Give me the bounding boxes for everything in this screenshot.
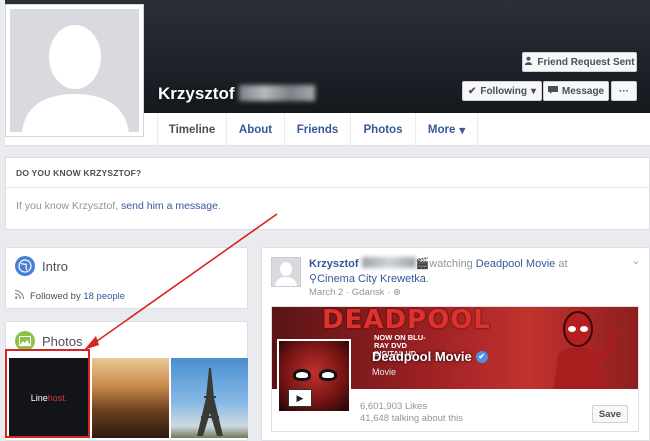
save-button[interactable]: Save [592, 405, 628, 423]
avatar-placeholder-icon [10, 9, 139, 132]
intro-card: Intro Followed by 18 people [5, 247, 248, 309]
tab-timeline[interactable]: Timeline [157, 113, 227, 146]
check-icon: ✔ [467, 85, 477, 97]
movie-page-card[interactable]: DEADPOOL NOW ON BLU-RAY DVD DIGITAL HD ▶… [271, 306, 639, 432]
post-meta: March 2 · Gdansk · ⊕ [309, 287, 401, 298]
location-pin-icon: ⚲ [309, 273, 318, 285]
tab-label: More [427, 123, 456, 136]
message-icon [547, 85, 558, 97]
rss-icon [14, 289, 25, 302]
message-label: Message [561, 85, 605, 97]
tab-photos[interactable]: Photos [351, 113, 416, 146]
photo-thumbnail-eiffel-tower[interactable] [171, 358, 248, 438]
eiffel-tower-icon [197, 368, 223, 436]
blurred-surname [361, 257, 416, 268]
movie-profile-picture: ▶ [277, 339, 351, 413]
following-label: Following [480, 85, 527, 97]
tab-about[interactable]: About [227, 113, 285, 146]
highlight-box [5, 349, 90, 438]
movie-stats: 6,601,903 Likes 41,648 talking about thi… [360, 401, 463, 425]
know-text-prefix: If you know Krzysztof, [16, 200, 122, 212]
post-at: at [558, 258, 568, 270]
tab-label: Photos [363, 123, 403, 136]
following-button[interactable]: ✔ Following ▾ [462, 81, 542, 101]
deadpool-figure-icon [554, 311, 618, 389]
followed-text: Followed by 18 people [30, 291, 125, 302]
person-icon [524, 56, 533, 68]
profile-first-name: Krzysztof [158, 84, 235, 103]
public-globe-icon: ⊕ [392, 287, 401, 298]
tab-label: Friends [296, 123, 339, 136]
photos-heading: Photos [15, 331, 82, 351]
movie-category: Movie [372, 367, 397, 377]
post-author[interactable]: Krzysztof [309, 258, 359, 270]
mask-eye-right [319, 369, 337, 381]
ellipsis-icon: ··· [619, 85, 629, 97]
mask-eye-left [293, 369, 311, 381]
globe-icon [15, 256, 35, 276]
tab-label: About [238, 123, 273, 136]
movie-title[interactable]: Deadpool Movie ✔ [372, 349, 488, 364]
tab-more[interactable]: More ▾ [416, 113, 478, 146]
film-icon: 🎬 [415, 258, 430, 270]
caret-down-icon: ▾ [531, 85, 537, 97]
tab-label: Timeline [168, 123, 216, 136]
send-message-link[interactable]: send him a message [121, 200, 218, 212]
friend-request-sent-button[interactable]: Friend Request Sent [522, 52, 637, 72]
post-action: watching [429, 258, 473, 270]
movie-cover-text: DEADPOOL [322, 306, 491, 335]
verified-badge-icon: ✔ [475, 350, 488, 363]
intro-title: Intro [42, 258, 69, 274]
post-avatar[interactable] [271, 257, 301, 287]
play-icon[interactable]: ▶ [288, 389, 312, 407]
tab-friends[interactable]: Friends [285, 113, 351, 146]
movie-link[interactable]: Deadpool Movie [476, 258, 556, 270]
movie-title-text: Deadpool Movie [372, 349, 472, 364]
timeline-post: Krzysztof 🎬watching Deadpool Movie at ⚲C… [261, 247, 650, 441]
post-header: Krzysztof 🎬watching Deadpool Movie at ⚲C… [309, 257, 568, 285]
place-link[interactable]: Cinema City Krewetka [317, 273, 426, 285]
photo-thumbnail-landscape[interactable] [92, 358, 169, 438]
photo-icon [15, 331, 35, 351]
post-date[interactable]: March 2 [309, 287, 343, 298]
movie-talking: 41,648 talking about this [360, 413, 463, 424]
friend-request-label: Friend Request Sent [537, 56, 635, 68]
more-options-button[interactable]: ··· [611, 81, 637, 101]
do-you-know-text: If you know Krzysztof, send him a messag… [6, 188, 649, 224]
blurred-surname [238, 85, 315, 101]
message-button[interactable]: Message [543, 81, 609, 101]
do-you-know-heading: DO YOU KNOW KRZYSZTOF? [6, 158, 649, 188]
silhouette-icon [10, 9, 139, 132]
post-location: Gdansk [351, 287, 385, 298]
followers-link[interactable]: 18 people [83, 291, 125, 302]
profile-name[interactable]: Krzysztof [158, 84, 315, 104]
know-text-suffix: . [217, 200, 221, 212]
movie-likes: 6,601,903 Likes [360, 401, 428, 412]
intro-heading: Intro [15, 256, 68, 276]
photos-title: Photos [42, 333, 83, 349]
profile-picture[interactable] [5, 4, 144, 137]
followed-prefix: Followed by [30, 290, 84, 302]
caret-down-icon: ▾ [459, 124, 466, 137]
chevron-down-icon[interactable]: ⌄ [632, 256, 640, 267]
followed-by: Followed by 18 people [14, 289, 125, 302]
do-you-know-card: DO YOU KNOW KRZYSZTOF? If you know Krzys… [5, 157, 650, 230]
